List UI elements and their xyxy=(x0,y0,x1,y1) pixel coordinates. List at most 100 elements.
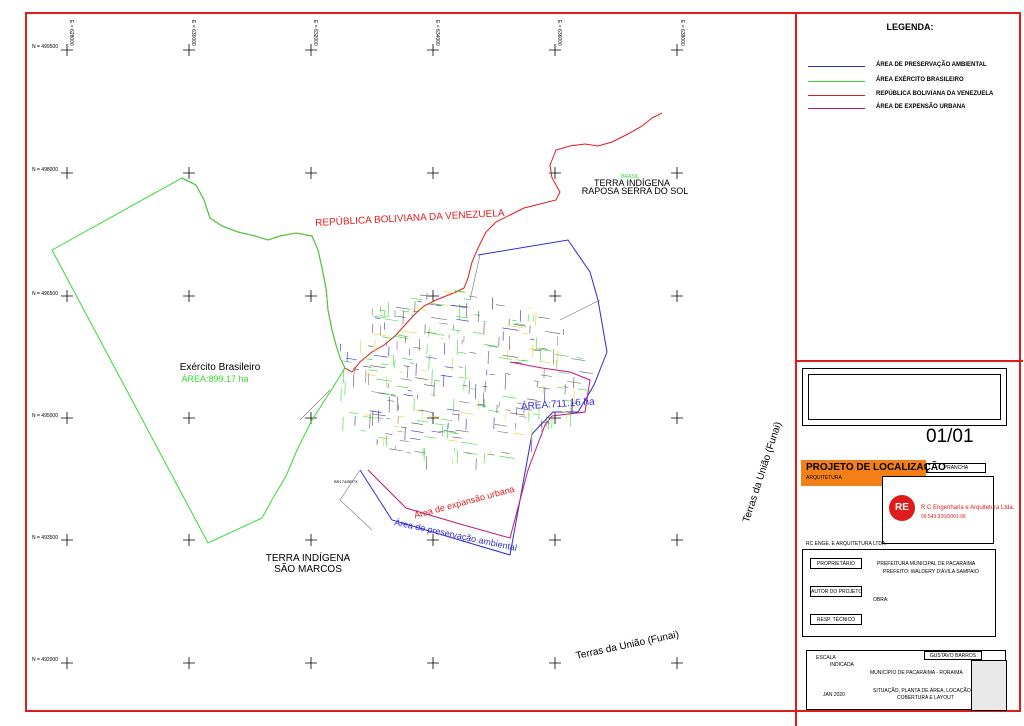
street-segment xyxy=(446,439,458,442)
street-segment xyxy=(459,411,474,415)
desenho-value: GUSTAVO BARROS xyxy=(924,651,982,660)
street-segment xyxy=(538,316,550,320)
street-segment xyxy=(400,378,412,381)
street-segment xyxy=(511,319,517,322)
street-segment xyxy=(409,362,414,364)
raposa-label-line2: RAPOSA SERRA DO SOL xyxy=(582,186,689,196)
street-segment xyxy=(458,366,463,368)
street-segment xyxy=(386,417,391,420)
street-segment xyxy=(387,399,395,402)
grid-cross xyxy=(549,657,561,669)
street-segment xyxy=(533,380,540,382)
street-segment xyxy=(501,452,510,454)
street-segment xyxy=(401,310,410,313)
street-segment xyxy=(495,304,505,307)
grid-cross xyxy=(61,290,73,302)
street-segment xyxy=(439,322,449,325)
street-segment xyxy=(376,417,383,419)
street-segment xyxy=(563,386,569,388)
street-segment xyxy=(502,327,519,331)
grid-cross xyxy=(183,167,195,179)
grid-cross xyxy=(671,657,683,669)
revision-blocks xyxy=(971,660,1007,711)
north-label: N = 493500 xyxy=(32,535,58,541)
street-segment xyxy=(366,358,373,361)
north-label: N = 496500 xyxy=(32,291,58,297)
grid-cross xyxy=(549,44,561,56)
company-short: RC ENGE. E ARQUITETURA LTDA. xyxy=(806,541,887,547)
grid-labels: N = 499500 N = 498000 N = 496500 N = 495… xyxy=(32,20,685,663)
road xyxy=(469,254,481,301)
street-segment xyxy=(452,436,462,439)
titleblock-top-rule xyxy=(797,360,1023,362)
street-segment xyxy=(385,318,399,322)
grid-cross xyxy=(305,44,317,56)
street-segment xyxy=(416,300,422,303)
marker-label: BR174/BR73 xyxy=(334,479,358,484)
street-segment xyxy=(505,373,511,375)
street-segment xyxy=(376,378,392,382)
east-label: E = 632000 xyxy=(312,20,318,46)
north-label: N = 492000 xyxy=(32,657,58,663)
street-segment xyxy=(509,412,525,416)
grid-crosses xyxy=(61,44,683,669)
street-segment xyxy=(407,390,412,392)
sheet-number: 01/01 xyxy=(926,426,974,447)
funai-bottom-label: Terras da União (Funai) xyxy=(575,629,680,662)
street-segment xyxy=(432,333,445,336)
grid-cross xyxy=(61,412,73,424)
grid-cross xyxy=(305,290,317,302)
street-segment xyxy=(429,415,439,418)
proprietario-label: PROPRIETÁRIO xyxy=(810,558,862,569)
street-segment xyxy=(443,430,457,433)
street-segment xyxy=(472,331,483,334)
urban-area-label: ÁREA:711.16 ha xyxy=(521,394,596,412)
street-segment xyxy=(506,325,523,328)
street-segment xyxy=(464,377,471,379)
north-label: N = 498000 xyxy=(32,167,58,173)
escala-value: INDICADA xyxy=(830,662,854,668)
grid-cross xyxy=(427,412,439,424)
street-segment xyxy=(456,316,468,319)
street-segment xyxy=(406,452,411,454)
municipio-value: MUNICÍPIO DE PACARAIMA - RORAIMA xyxy=(870,670,963,676)
street-segment xyxy=(513,323,526,327)
street-segment xyxy=(519,415,527,418)
proprietario-value: PREFEITURA MUNICIPAL DE PACARAIMA xyxy=(877,561,976,567)
street-segment xyxy=(577,388,593,392)
street-segment xyxy=(362,415,376,419)
street-segment xyxy=(368,345,374,347)
grid-cross xyxy=(671,44,683,56)
street-segment xyxy=(557,386,564,389)
street-segment xyxy=(395,306,411,310)
titleblock-blank-box xyxy=(802,368,1007,426)
grid-cross xyxy=(671,167,683,179)
street-segment xyxy=(473,314,481,316)
grid-cross xyxy=(183,412,195,424)
grid-cross xyxy=(61,167,73,179)
street-segment xyxy=(482,321,487,323)
street-segment xyxy=(440,374,453,378)
street-segment xyxy=(433,379,441,382)
escala-label: ESCALA xyxy=(816,655,836,661)
grid-cross xyxy=(427,167,439,179)
street-segment xyxy=(470,388,477,390)
street-segment xyxy=(411,422,423,425)
street-segment xyxy=(579,371,593,374)
street-segment xyxy=(399,416,405,418)
street-segment xyxy=(458,376,464,379)
project-title: PROJETO DE LOCALIZAÇÃO xyxy=(806,462,946,473)
street-segment xyxy=(410,437,421,441)
street-segment xyxy=(381,336,392,339)
street-segment xyxy=(395,315,406,318)
east-label: E = 638000 xyxy=(679,20,685,46)
street-segment xyxy=(399,371,404,373)
street-segment xyxy=(455,429,469,433)
street-segment xyxy=(463,298,471,301)
street-segment xyxy=(540,374,552,377)
resp-label: RESP. TÉCNICO xyxy=(810,614,862,625)
conteudo-line1: SITUAÇÃO, PLANTA DE ÁREA, LOCAÇÃO, xyxy=(873,688,973,694)
grid-cross xyxy=(427,44,439,56)
street-segment xyxy=(430,394,436,396)
company-logo: RE xyxy=(889,495,915,521)
